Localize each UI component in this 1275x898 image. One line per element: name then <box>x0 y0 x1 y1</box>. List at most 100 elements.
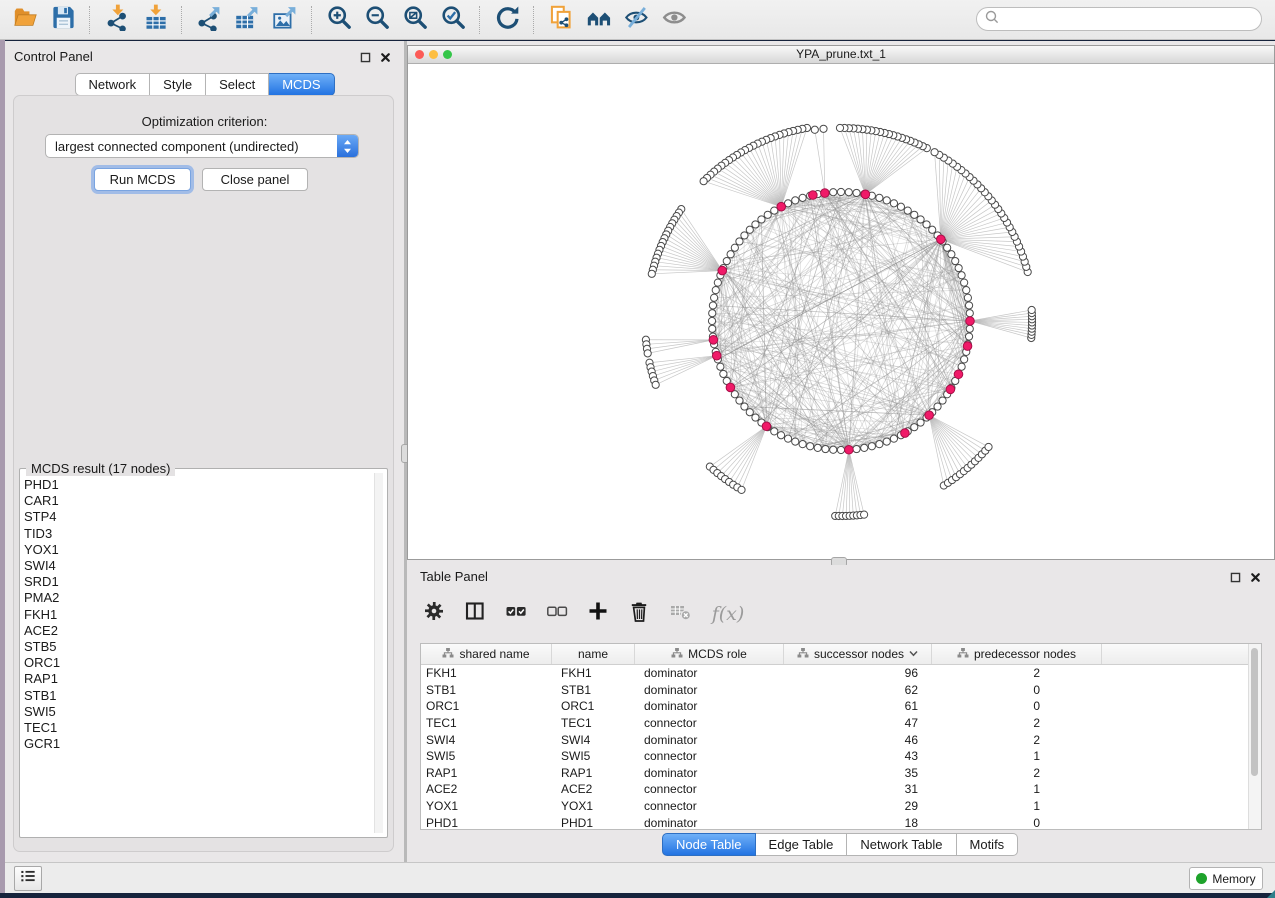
import-network-button[interactable] <box>98 3 136 37</box>
tab-network-table[interactable]: Network Table <box>847 833 956 856</box>
zoom-out-button[interactable] <box>358 3 396 37</box>
column-header-label: shared name <box>459 647 529 661</box>
close-panel-button[interactable]: Close panel <box>202 168 308 191</box>
mcds-result-item[interactable]: RAP1 <box>24 671 371 687</box>
open-button[interactable] <box>6 3 44 37</box>
mcds-result-item[interactable]: FKH1 <box>24 607 371 623</box>
search-icon <box>984 9 1000 30</box>
show-columns-button[interactable] <box>463 601 489 627</box>
column-header-name[interactable]: name <box>552 644 635 664</box>
select-all-button[interactable] <box>504 601 530 627</box>
column-header-label: successor nodes <box>814 647 904 661</box>
table-row[interactable]: SWI5SWI5connector431 <box>421 748 1261 765</box>
apply-layout-button[interactable] <box>488 3 526 37</box>
close-panel-icon[interactable] <box>379 51 392 69</box>
tab-select[interactable]: Select <box>206 73 269 96</box>
tab-style[interactable]: Style <box>150 73 206 96</box>
mcds-result-item[interactable]: STP4 <box>24 509 371 525</box>
column-header-successor-nodes[interactable]: successor nodes <box>784 644 932 664</box>
first-neighbors-button[interactable] <box>580 3 618 37</box>
float-table-panel-icon[interactable] <box>1229 571 1242 589</box>
table-row[interactable]: PHD1PHD1dominator180 <box>421 814 1261 830</box>
deselect-all-button[interactable] <box>545 601 571 627</box>
scrollbar-thumb[interactable] <box>1251 648 1258 776</box>
column-header-shared-name[interactable]: shared name <box>421 644 552 664</box>
window-close-traffic-light[interactable] <box>415 50 424 59</box>
new-network-from-selection-button[interactable] <box>542 3 580 37</box>
table-row[interactable]: RAP1RAP1dominator352 <box>421 765 1261 782</box>
mcds-result-item[interactable]: GCR1 <box>24 736 371 752</box>
memory-button[interactable]: Memory <box>1189 867 1263 890</box>
mcds-result-item[interactable]: SWI5 <box>24 704 371 720</box>
show-all-button[interactable] <box>656 3 694 37</box>
task-history-button[interactable] <box>14 866 42 891</box>
settings-button[interactable] <box>422 601 448 627</box>
column-header-predecessor-nodes[interactable]: predecessor nodes <box>932 644 1102 664</box>
mcds-result-item[interactable]: SWI4 <box>24 558 371 574</box>
toolbar-separator <box>311 6 313 34</box>
hide-selected-button[interactable] <box>618 3 656 37</box>
tab-network[interactable]: Network <box>74 73 150 96</box>
optimization-criterion-select[interactable]: largest connected component (undirected) <box>45 134 359 158</box>
cell-MCDS-role: connector <box>635 749 784 763</box>
table-row[interactable]: YOX1YOX1connector291 <box>421 798 1261 815</box>
column-type-icon <box>797 647 809 662</box>
mcds-result-item[interactable]: TID3 <box>24 526 371 542</box>
mcds-result-list[interactable]: PHD1CAR1STP4TID3YOX1SWI4SRD1PMA2FKH1ACE2… <box>24 477 371 833</box>
table-row[interactable]: ORC1ORC1dominator610 <box>421 698 1261 715</box>
zoom-fit-button[interactable] <box>396 3 434 37</box>
import-table-icon <box>142 4 169 36</box>
window-resize-grip[interactable] <box>1267 890 1275 898</box>
tab-mcds[interactable]: MCDS <box>269 73 334 96</box>
mcds-result-item[interactable]: TEC1 <box>24 720 371 736</box>
mcds-result-item[interactable]: STB5 <box>24 639 371 655</box>
select-all-icon <box>505 600 529 629</box>
table-row[interactable]: FKH1FKH1dominator962 <box>421 665 1261 682</box>
mcds-result-item[interactable]: ORC1 <box>24 655 371 671</box>
zoom-in-button[interactable] <box>320 3 358 37</box>
table-row[interactable]: TEC1TEC1connector472 <box>421 715 1261 732</box>
save-button[interactable] <box>44 3 82 37</box>
mcds-result-scrollbar[interactable] <box>374 473 383 833</box>
search-input[interactable] <box>1004 11 1261 27</box>
zoom-selected-button[interactable] <box>434 3 472 37</box>
memory-button-label: Memory <box>1212 872 1255 886</box>
import-table-button[interactable] <box>136 3 174 37</box>
save-icon <box>50 4 77 36</box>
mcds-result-item[interactable]: CAR1 <box>24 493 371 509</box>
mcds-result-item[interactable]: ACE2 <box>24 623 371 639</box>
run-mcds-button[interactable]: Run MCDS <box>94 168 191 191</box>
network-window-titlebar[interactable]: YPA_prune.txt_1 <box>408 46 1274 64</box>
table-row[interactable]: ACE2ACE2connector311 <box>421 781 1261 798</box>
column-header-MCDS-role[interactable]: MCDS role <box>635 644 784 664</box>
mcds-result-item[interactable]: SRD1 <box>24 574 371 590</box>
export-network-button[interactable] <box>190 3 228 37</box>
delete-button[interactable] <box>627 601 653 627</box>
toolbar-separator <box>181 6 183 34</box>
cell-name: PHD1 <box>552 816 635 830</box>
table-row[interactable]: SWI4SWI4dominator462 <box>421 731 1261 748</box>
node-table-scrollbar[interactable] <box>1248 644 1261 829</box>
cell-shared-name: ORC1 <box>421 699 552 713</box>
cell-MCDS-role: dominator <box>635 699 784 713</box>
mcds-result-item[interactable]: STB1 <box>24 688 371 704</box>
network-canvas[interactable] <box>408 64 1274 559</box>
delete-table-button <box>668 601 694 627</box>
table-row[interactable]: STB1STB1dominator620 <box>421 682 1261 699</box>
tab-node-table[interactable]: Node Table <box>662 833 756 856</box>
cell-shared-name: PHD1 <box>421 816 552 830</box>
mcds-result-item[interactable]: PMA2 <box>24 590 371 606</box>
export-table-button[interactable] <box>228 3 266 37</box>
mcds-result-item[interactable]: PHD1 <box>24 477 371 493</box>
add-button[interactable] <box>586 601 612 627</box>
close-table-panel-icon[interactable] <box>1249 571 1262 589</box>
float-panel-icon[interactable] <box>359 51 372 69</box>
window-minimize-traffic-light[interactable] <box>429 50 438 59</box>
export-image-button[interactable] <box>266 3 304 37</box>
window-maximize-traffic-light[interactable] <box>443 50 452 59</box>
tab-edge-table[interactable]: Edge Table <box>756 833 848 856</box>
mcds-result-item[interactable]: YOX1 <box>24 542 371 558</box>
search-box[interactable] <box>976 7 1262 31</box>
cell-shared-name: YOX1 <box>421 799 552 813</box>
tab-motifs[interactable]: Motifs <box>957 833 1019 856</box>
